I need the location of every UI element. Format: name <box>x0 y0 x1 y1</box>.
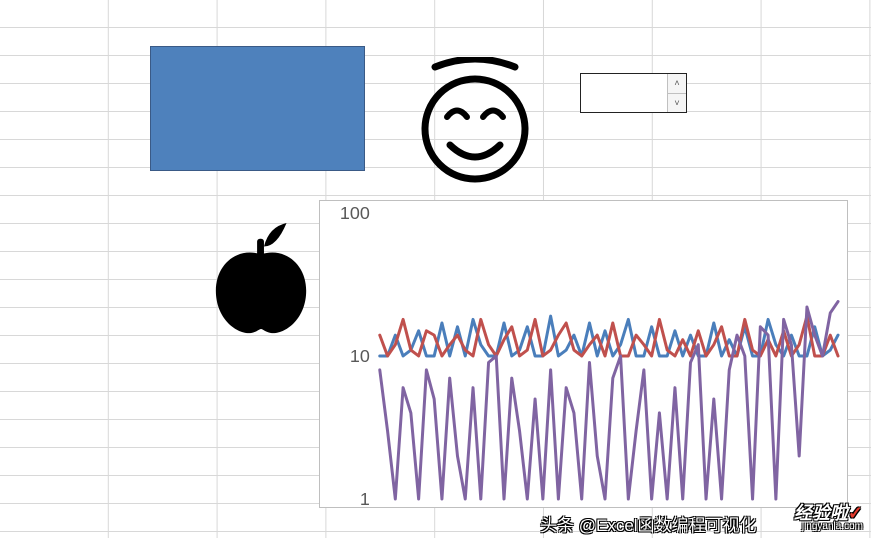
line-chart[interactable]: 1 10 100 <box>319 200 848 508</box>
watermark-brand: 经验啦✓ jingyanla.com <box>794 499 863 532</box>
y-tick-label: 1 <box>360 489 370 507</box>
checkmark-icon: ✓ <box>848 503 863 523</box>
apple-icon[interactable] <box>208 216 316 336</box>
watermark-brand-text: 经验啦 <box>794 503 848 523</box>
spinner-value <box>581 74 667 112</box>
spinner-control[interactable]: ˄ ˅ <box>580 73 687 113</box>
watermark-site: jingyanla.com <box>794 521 863 532</box>
rectangle-shape[interactable] <box>150 46 365 171</box>
smiley-halo-icon[interactable] <box>413 57 537 187</box>
y-tick-label: 10 <box>350 346 370 366</box>
spinner-down-button[interactable]: ˅ <box>668 94 686 113</box>
chart-series-line <box>380 302 838 500</box>
spinner-up-button[interactable]: ˄ <box>668 74 686 94</box>
spinner-buttons: ˄ ˅ <box>667 74 686 112</box>
y-tick-label: 100 <box>340 203 370 223</box>
watermark-author: 头条 @Excel函数编程可视化 <box>540 511 757 536</box>
